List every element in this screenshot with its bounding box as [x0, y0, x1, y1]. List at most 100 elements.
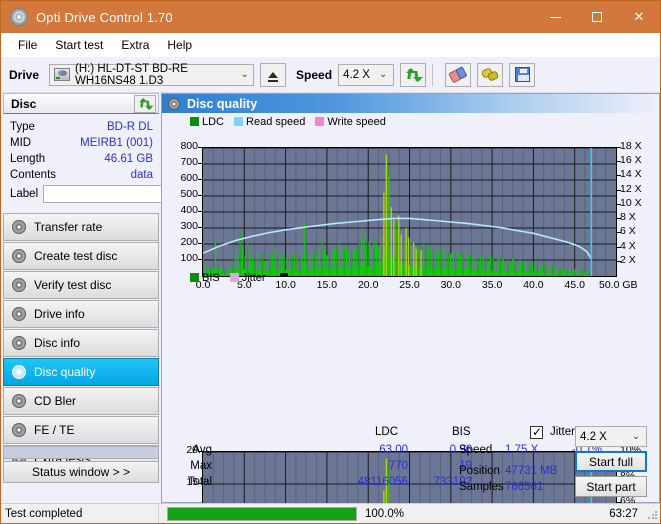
disc-quality-header: Disc quality [162, 94, 659, 113]
stats-ldc-max: 770 [388, 460, 408, 472]
stats-speed-label: Speed [459, 444, 493, 456]
ldc-chart-y2tick: 16 X [620, 154, 642, 167]
ldc-chart-xtick: 20.0 [357, 279, 379, 291]
close-button[interactable]: ✕ [618, 1, 660, 33]
optical-drive-icon [54, 68, 71, 81]
stats-ldc-avg: 63.00 [379, 444, 408, 456]
disc-refresh-button[interactable] [134, 94, 156, 113]
ldc-chart-y2tick: 2 X [620, 253, 636, 266]
legend-item-write-speed: Write speed [315, 116, 386, 128]
save-button[interactable] [509, 62, 536, 87]
ldc-chart-ytick-mark [198, 163, 202, 164]
ldc-chart-ytick-mark [198, 179, 202, 180]
sidebar-item-label: Disc info [34, 336, 81, 350]
ldc-chart-ytick: 300 [180, 220, 198, 232]
toolbar-divider [432, 63, 434, 86]
sidebar-item-drive-info[interactable]: Drive info [3, 300, 159, 328]
refresh-button[interactable] [400, 62, 427, 87]
status-window-button[interactable]: Status window > > [3, 461, 159, 483]
ldc-chart-ytick: 200 [180, 236, 198, 248]
disc-label-row: Label [10, 184, 246, 204]
drive-label: Drive [9, 67, 40, 82]
menu-start-test[interactable]: Start test [46, 35, 112, 55]
maximize-icon [592, 12, 602, 22]
sidebar-item-fe-te[interactable]: FE / TE [3, 416, 159, 444]
title-bar: Opti Drive Control 1.70 ✕ [1, 1, 660, 33]
legend-label-bis: BIS [202, 271, 220, 284]
ldc-chart-y2tick-mark [617, 161, 621, 163]
stats-position-label: Position [459, 465, 500, 477]
sidebar-item-create-test-disc[interactable]: Create test disc [3, 242, 159, 270]
chart-marker-icon [279, 272, 288, 277]
legend-swatch-write-speed [315, 117, 325, 126]
stats-row-avg-label: Avg [192, 444, 212, 456]
ldc-chart-xtick: 15.0 [316, 279, 338, 291]
ldc-chart-y2tick-mark [617, 189, 621, 191]
disc-panel-title: Disc [11, 96, 37, 111]
window-controls: ✕ [534, 1, 660, 33]
drive-select[interactable]: (H:) HL-DT-ST BD-RE WH16NS48 1.D3 ⌄ [49, 62, 255, 87]
erase-button[interactable] [445, 62, 472, 87]
stats-col-bis: BIS [452, 426, 471, 438]
eject-button[interactable] [260, 62, 287, 87]
sidebar-item-label: CD Bler [34, 394, 77, 408]
menu-extra[interactable]: Extra [112, 35, 158, 55]
sidebar-item-transfer-rate[interactable]: Transfer rate [3, 213, 159, 241]
menu-bar: File Start test Extra Help [1, 33, 660, 57]
test-speed-value: 4.2 X [580, 430, 607, 443]
disc-icon [12, 394, 26, 408]
sidebar-item-disc-quality[interactable]: Disc quality [3, 358, 159, 386]
page-title: Disc quality [187, 96, 258, 111]
jitter-checkbox[interactable] [530, 425, 543, 439]
ldc-chart-ytick: 700 [180, 156, 198, 168]
ldc-chart-ytick: 400 [180, 204, 198, 216]
stats-row-max-label: Max [190, 460, 212, 472]
menu-help[interactable]: Help [158, 35, 201, 55]
resize-grip-icon[interactable] [647, 510, 657, 520]
legend-label-ldc: LDC [202, 115, 225, 128]
sidebar-item-label: Drive info [34, 307, 85, 321]
connect-button[interactable] [477, 62, 504, 87]
ldc-chart-y2tick: 12 X [620, 182, 642, 195]
save-icon [514, 67, 530, 82]
main-body: Disc Type BD-R DL MID MEIRB1 (001) Lengt… [1, 93, 660, 523]
maximize-button[interactable] [576, 1, 618, 33]
ldc-chart-xtick: 50.0 GB [599, 279, 638, 291]
disc-field-contents-value: data [130, 168, 153, 181]
ldc-chart-ytick-mark [198, 211, 202, 212]
ldc-chart-xtick: 25.0 [399, 279, 420, 291]
ldc-chart-ytick-mark [198, 243, 202, 244]
disc-info-fields: Type BD-R DL MID MEIRB1 (001) Length 46.… [3, 114, 246, 208]
speed-label: Speed [296, 67, 333, 82]
sidebar-item-disc-info[interactable]: Disc info [3, 329, 159, 357]
test-speed-select[interactable]: 4.2 X ⌄ [575, 426, 647, 447]
start-full-button[interactable]: Start full [575, 451, 647, 472]
sidebar-item-label: Create test disc [34, 249, 118, 263]
sidebar-item-verify-test-disc[interactable]: Verify test disc [3, 271, 159, 299]
stats-ldc-total: 48116056 [357, 476, 408, 488]
speed-select[interactable]: 4.2 X ⌄ [338, 63, 395, 86]
ldc-chart-canvas [203, 148, 616, 276]
drive-select-value: (H:) HL-DT-ST BD-RE WH16NS48 1.D3 [75, 62, 188, 87]
legend-label-jitter: Jitter [241, 271, 266, 284]
refresh-icon [405, 67, 423, 82]
sidebar-item-cd-bler[interactable]: CD Bler [3, 387, 159, 415]
menu-file[interactable]: File [9, 35, 46, 55]
ldc-chart-xtick: 45.0 [564, 279, 585, 291]
progress-bar-fill [168, 507, 356, 520]
minimize-button[interactable] [534, 1, 576, 33]
legend-swatch-bis [190, 273, 199, 282]
disc-field-contents-label: Contents [10, 168, 57, 181]
close-icon: ✕ [633, 9, 645, 24]
disc-field-mid-value: MEIRB1 (001) [80, 136, 153, 149]
bis-chart-legend: BIS Jitter [162, 270, 288, 284]
ldc-chart-y2tick: 14 X [620, 168, 642, 181]
stats-col-jitter: Jitter [550, 426, 575, 438]
chevron-down-icon: ⌄ [378, 69, 388, 80]
progress-bar [167, 506, 357, 521]
disc-icon [12, 278, 26, 292]
start-part-button[interactable]: Start part [575, 476, 647, 497]
legend-item-jitter: Jitter [229, 271, 266, 284]
ldc-chart-plot-area [202, 147, 617, 277]
stats-speed-value: 1.75 X [505, 444, 539, 456]
